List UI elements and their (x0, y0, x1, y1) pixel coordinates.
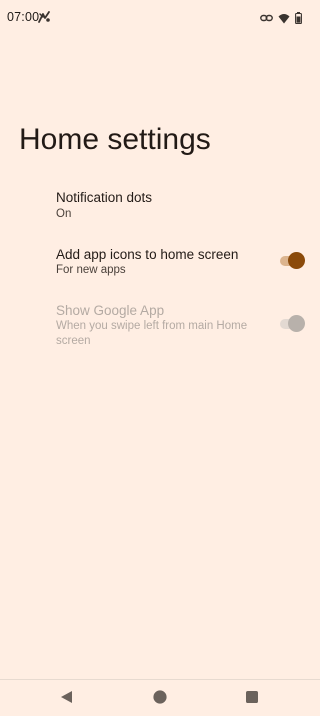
toggle-thumb (288, 315, 305, 332)
status-icons (260, 11, 302, 25)
battery-icon (295, 12, 302, 24)
setting-summary: On (56, 208, 72, 220)
status-bar: 07:00 (0, 0, 320, 36)
wifi-icon (278, 13, 290, 24)
recents-icon[interactable] (244, 689, 260, 705)
back-icon[interactable] (59, 689, 75, 705)
toggle-thumb (288, 252, 305, 269)
setting-summary: When you swipe left from main Home scree… (56, 320, 248, 347)
signal-tower-icon (37, 10, 51, 24)
nav-divider (0, 679, 320, 680)
setting-title: Show Google App (56, 303, 165, 318)
page-title: Home settings (19, 123, 211, 156)
setting-notification-dots[interactable]: Notification dots On (0, 182, 320, 232)
add-app-icons-toggle[interactable] (278, 251, 306, 271)
home-icon[interactable] (152, 689, 168, 705)
setting-title: Notification dots (56, 190, 153, 205)
setting-title: Add app icons to home screen (56, 247, 239, 262)
status-time: 07:00 (7, 10, 40, 24)
show-google-app-toggle (278, 314, 306, 334)
link-icon (260, 13, 273, 23)
setting-summary: For new apps (56, 264, 126, 276)
setting-add-app-icons[interactable]: Add app icons to home screen For new app… (0, 238, 320, 288)
setting-show-google-app: Show Google App When you swipe left from… (0, 295, 320, 355)
